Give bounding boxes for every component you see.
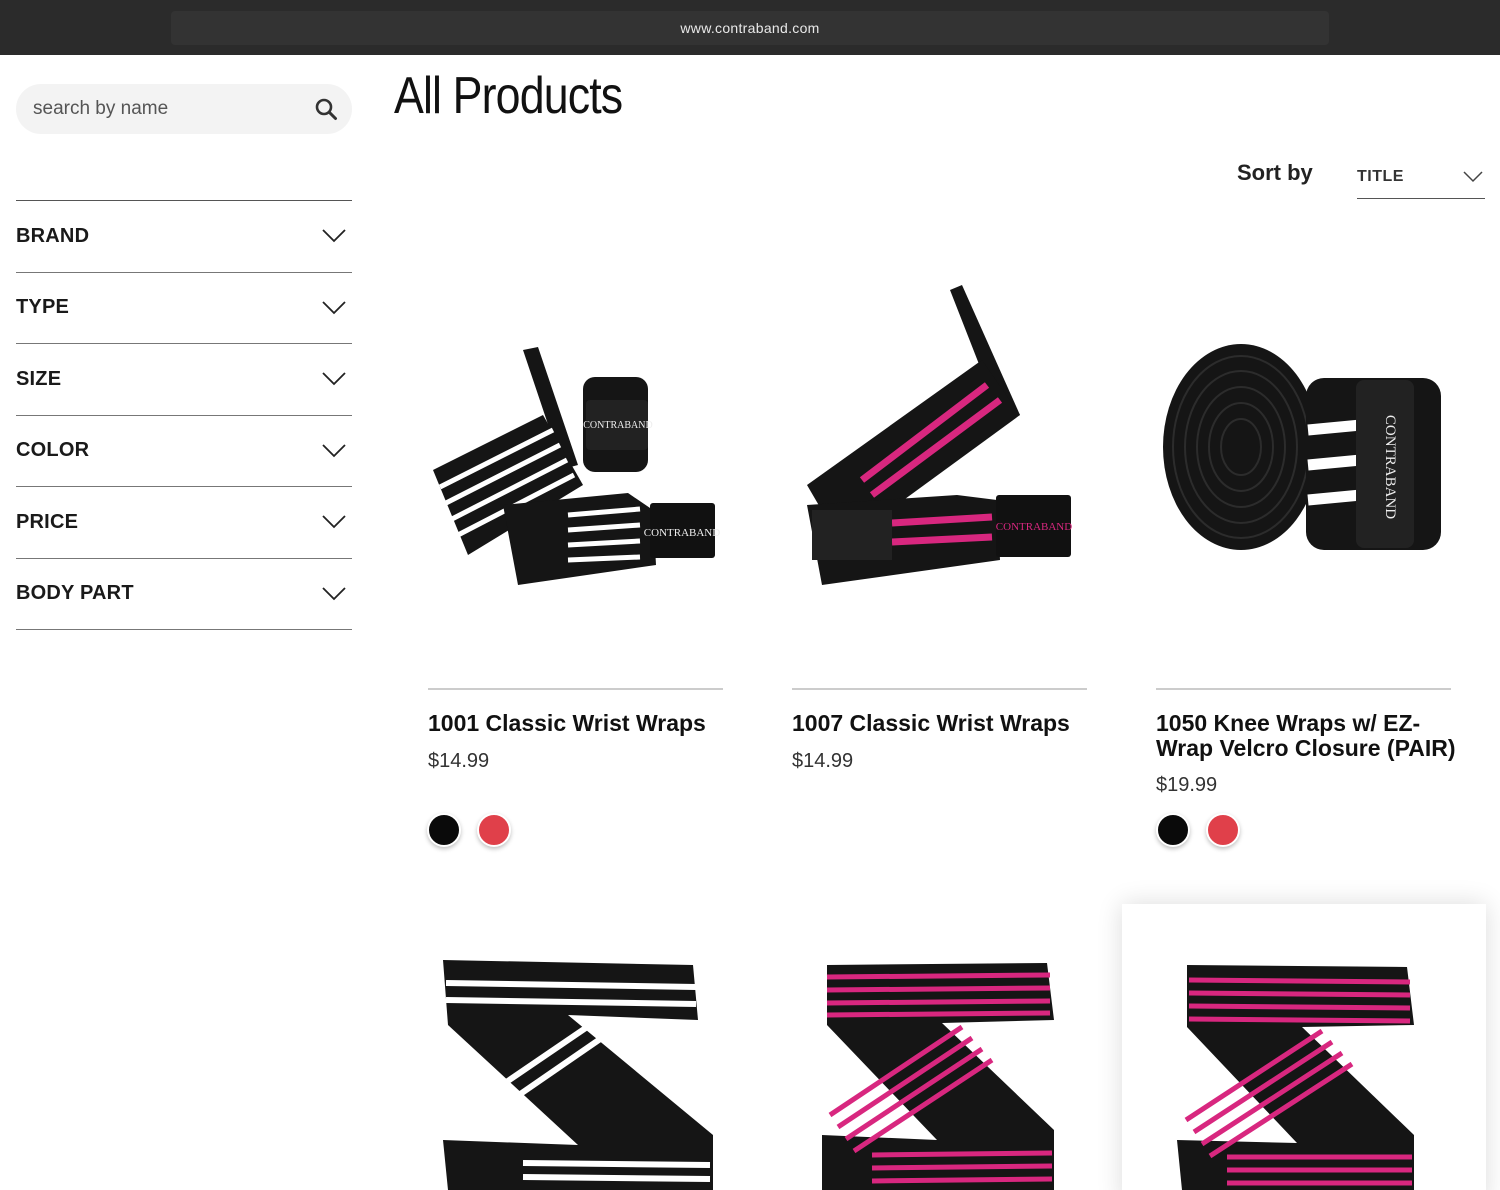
filter-label: PRICE (16, 510, 79, 533)
chevron-down-icon (322, 444, 346, 458)
sort-label: Sort by (1237, 160, 1313, 185)
chevron-down-icon (322, 587, 346, 601)
search-input[interactable] (33, 98, 314, 120)
search-box (16, 84, 352, 134)
filter-type[interactable]: TYPE (16, 273, 352, 344)
svg-text:CONTRABAND: CONTRABAND (1382, 415, 1398, 519)
color-swatch-red[interactable] (1206, 813, 1240, 847)
chevron-down-icon (322, 515, 346, 529)
filter-label: BRAND (16, 224, 90, 247)
product-image-bottom-2[interactable] (792, 945, 1092, 1190)
svg-text:CONTRABAND: CONTRABAND (644, 527, 720, 539)
product-image-1050[interactable]: CONTRABAND (1156, 255, 1451, 675)
filter-price[interactable]: PRICE (16, 487, 352, 559)
chevron-down-icon (322, 372, 346, 386)
filter-color[interactable]: COLOR (16, 416, 352, 487)
svg-text:CONTRABAND: CONTRABAND (996, 521, 1072, 533)
color-swatch-black[interactable] (427, 813, 461, 847)
product-image-1007[interactable]: CONTRABAND (792, 255, 1087, 675)
svg-text:CONTRABAND: CONTRABAND (583, 420, 652, 431)
filter-panel: BRAND TYPE SIZE COLOR PRICE BODY PART (16, 200, 352, 630)
filter-size[interactable]: SIZE (16, 344, 352, 416)
search-icon[interactable] (314, 97, 338, 121)
filter-brand[interactable]: BRAND (16, 201, 352, 273)
url-bar[interactable]: www.contraband.com (171, 11, 1329, 45)
product-name[interactable]: 1050 Knee Wraps w/ EZ-Wrap Velcro Closur… (1156, 711, 1456, 761)
color-swatch-black[interactable] (1156, 813, 1190, 847)
product-name[interactable]: 1007 Classic Wrist Wraps (792, 711, 1092, 736)
filter-label: TYPE (16, 296, 70, 319)
divider (1156, 688, 1451, 690)
product-price: $14.99 (428, 750, 490, 772)
filter-body-part[interactable]: BODY PART (16, 559, 352, 630)
color-swatch-red[interactable] (477, 813, 511, 847)
filter-label: SIZE (16, 367, 62, 390)
product-image-bottom-3[interactable] (1152, 945, 1452, 1190)
product-image-bottom-1[interactable] (428, 945, 728, 1190)
page-title: All Products (394, 67, 623, 125)
chevron-down-icon (1463, 170, 1483, 182)
sort-value: TITLE (1357, 167, 1404, 185)
divider (792, 688, 1087, 690)
browser-toolbar: www.contraband.com (0, 0, 1500, 55)
product-price: $19.99 (1156, 774, 1218, 796)
product-price: $14.99 (792, 750, 854, 772)
filter-label: BODY PART (16, 582, 134, 605)
divider (428, 688, 723, 690)
chevron-down-icon (322, 301, 346, 315)
chevron-down-icon (322, 229, 346, 243)
sort-dropdown[interactable]: TITLE (1357, 155, 1485, 199)
filter-label: COLOR (16, 439, 90, 462)
product-image-1001[interactable]: CONTRABAND CONTRABAND (428, 255, 723, 675)
product-name[interactable]: 1001 Classic Wrist Wraps (428, 711, 728, 736)
